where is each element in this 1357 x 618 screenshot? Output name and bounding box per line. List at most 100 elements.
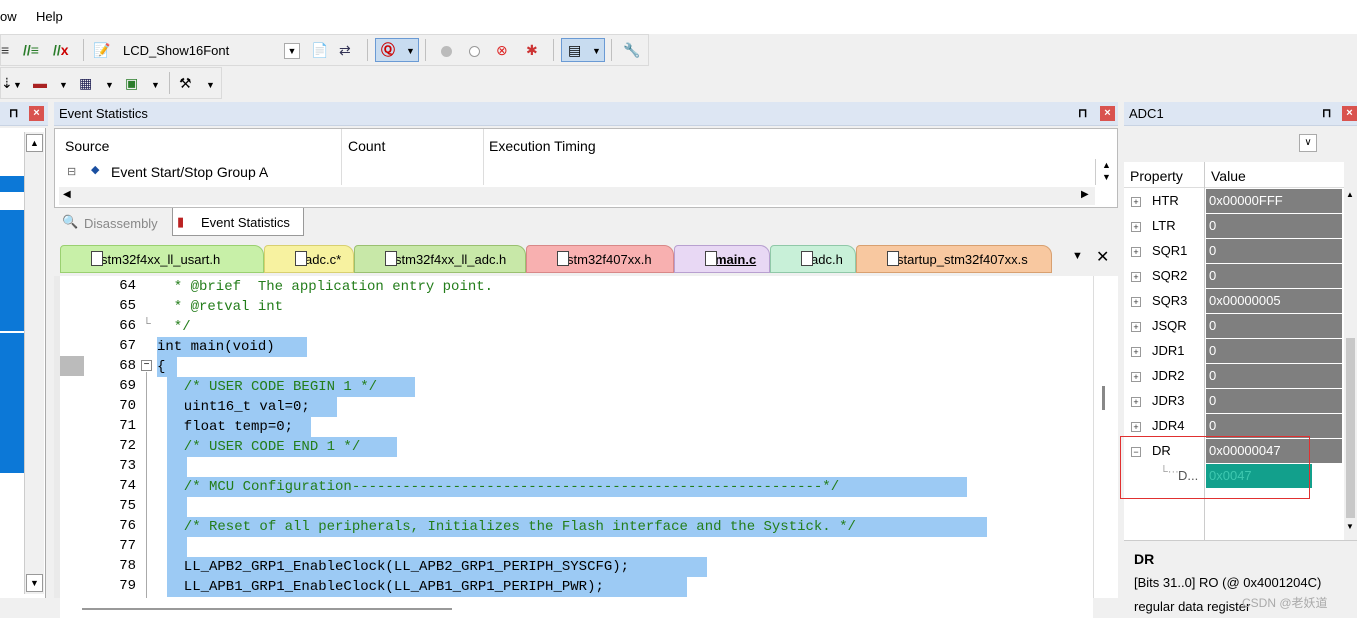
property-jsqr[interactable]: JSQR — [1152, 318, 1187, 333]
expand-icon[interactable]: + — [1131, 272, 1141, 282]
col-value[interactable]: Value — [1211, 168, 1246, 184]
scroll-left-button[interactable]: ◀ — [63, 189, 71, 200]
wrench-icon[interactable]: 🔧 — [623, 42, 640, 58]
value-sqr3[interactable]: 0x00000005 — [1206, 289, 1342, 313]
chevron-down-icon[interactable]: ▼ — [105, 77, 114, 93]
tab-startup-s[interactable]: startup_stm32f407xx.s — [856, 245, 1052, 273]
align-icon[interactable]: ≡ — [1, 42, 9, 58]
property-scrollbar[interactable]: ▲ ▼ — [1344, 188, 1357, 568]
value-jdr4[interactable]: 0 — [1206, 414, 1342, 438]
property-ltr[interactable]: LTR — [1152, 218, 1176, 233]
property-sqr1[interactable]: SQR1 — [1152, 243, 1187, 258]
property-jdr2[interactable]: JDR2 — [1152, 368, 1185, 383]
menu-window[interactable]: ow — [0, 9, 17, 24]
value-sqr1[interactable]: 0 — [1206, 239, 1342, 263]
breakpoint-icon[interactable] — [441, 46, 452, 57]
expand-icon[interactable]: + — [1131, 397, 1141, 407]
tab-main-c[interactable]: main.c — [674, 245, 770, 273]
menu-help[interactable]: Help — [36, 9, 63, 24]
value-jdr2[interactable]: 0 — [1206, 364, 1342, 388]
chevron-down-icon[interactable]: ▼ — [206, 77, 215, 93]
value-jsqr[interactable]: 0 — [1206, 314, 1342, 338]
horizontal-scrollbar[interactable]: ◀ ▶ — [59, 187, 1095, 205]
property-jdr1[interactable]: JDR1 — [1152, 343, 1185, 358]
expand-icon[interactable]: + — [1131, 297, 1141, 307]
property-jdr3[interactable]: JDR3 — [1152, 393, 1185, 408]
indent-icon[interactable]: //≡ — [23, 42, 39, 58]
tab-stm32f407xx-h[interactable]: stm32f407xx.h — [526, 245, 674, 273]
col-count[interactable]: Count — [348, 138, 385, 154]
tab-stm32f4xx-ll-usart-h[interactable]: stm32f4xx_ll_usart.h — [60, 245, 264, 273]
value-htr[interactable]: 0x00000FFF — [1206, 189, 1342, 213]
tools-icon[interactable]: ⚒ — [179, 75, 192, 91]
expand-icon[interactable]: + — [1131, 322, 1141, 332]
target-options-icon[interactable]: 📝 — [93, 42, 110, 58]
col-source[interactable]: Source — [65, 138, 109, 154]
load-icon[interactable]: 📄 — [311, 42, 328, 58]
chevron-down-icon[interactable]: ▼ — [151, 77, 160, 93]
code-line — [167, 537, 187, 557]
window-layout-button[interactable]: ▤ ▼ — [561, 38, 605, 62]
expand-icon[interactable]: + — [1131, 372, 1141, 382]
event-row[interactable]: Event Start/Stop Group A — [111, 164, 268, 180]
tab-event-statistics[interactable]: ▮ Event Statistics — [172, 208, 304, 236]
chevron-down-icon[interactable]: ▼ — [59, 77, 68, 93]
close-icon[interactable]: × — [1100, 106, 1115, 121]
scroll-thumb[interactable] — [1346, 338, 1355, 518]
editor-horizontal-scrollbar[interactable] — [60, 598, 1093, 618]
tab-list-icon[interactable]: ▼ — [1072, 250, 1083, 262]
chevron-down-icon[interactable]: ▼ — [13, 77, 22, 93]
value-jdr3[interactable]: 0 — [1206, 389, 1342, 413]
fold-collapse-icon[interactable]: − — [141, 360, 152, 371]
scroll-right-button[interactable]: ▶ — [1081, 189, 1089, 200]
translate-icon[interactable]: ⇄ — [339, 42, 351, 58]
property-sqr2[interactable]: SQR2 — [1152, 268, 1187, 283]
line-number: 74 — [119, 478, 136, 494]
spin-control[interactable]: ▲ ▼ — [1095, 159, 1117, 185]
expand-icon[interactable]: + — [1131, 347, 1141, 357]
value-ltr[interactable]: 0 — [1206, 214, 1342, 238]
close-icon[interactable]: × — [1342, 106, 1357, 121]
tab-adc-h[interactable]: adc.h — [770, 245, 856, 273]
tab-disassembly[interactable]: 🔍 Disassembly — [58, 210, 170, 236]
breakpoint-disable-icon[interactable] — [469, 46, 480, 57]
tab-adc-c[interactable]: adc.c* — [264, 245, 354, 273]
value-jdr1[interactable]: 0 — [1206, 339, 1342, 363]
target-dropdown[interactable]: ▼ — [284, 43, 300, 59]
vertical-scrollbar[interactable]: ▲ ▼ — [24, 132, 44, 594]
close-icon[interactable]: ✕ — [1096, 247, 1109, 267]
expand-icon[interactable]: + — [1131, 197, 1141, 207]
value-sqr2[interactable]: 0 — [1206, 264, 1342, 288]
unindent-icon[interactable]: //x — [53, 42, 69, 58]
scroll-thumb[interactable] — [1102, 386, 1105, 410]
property-htr[interactable]: HTR — [1152, 193, 1179, 208]
col-execution-timing[interactable]: Execution Timing — [489, 138, 596, 154]
property-jdr4[interactable]: JDR4 — [1152, 418, 1185, 433]
scroll-up-button[interactable]: ▲ — [26, 134, 43, 152]
col-property[interactable]: Property — [1130, 168, 1183, 184]
breakpoint-clear-icon[interactable]: ✱ — [526, 42, 538, 58]
pin-icon[interactable]: ⊓ — [9, 106, 18, 120]
pin-icon[interactable]: ⊓ — [1078, 106, 1087, 120]
peripheral-icon[interactable]: ▣ — [125, 75, 138, 91]
pin-icon[interactable]: ⊓ — [1322, 106, 1331, 120]
expand-icon[interactable]: + — [1131, 247, 1141, 257]
scroll-thumb[interactable] — [82, 608, 452, 610]
property-sqr3[interactable]: SQR3 — [1152, 293, 1187, 308]
expand-icon[interactable]: ⊟ — [67, 165, 76, 178]
step-icon[interactable]: ⇣ — [1, 75, 13, 91]
expand-icon[interactable]: + — [1131, 222, 1141, 232]
close-icon[interactable]: × — [29, 106, 44, 121]
memory-icon[interactable]: ▦ — [79, 75, 92, 91]
scroll-down-button[interactable]: ▼ — [26, 574, 43, 592]
logic-analyzer-icon[interactable]: ▬ — [33, 75, 47, 91]
left-panel-header: ⊓ × — [0, 102, 48, 126]
expand-icon[interactable]: + — [1131, 422, 1141, 432]
scroll-up-button[interactable]: ▲ — [1346, 190, 1354, 199]
scroll-down-button[interactable]: ▼ — [1346, 522, 1354, 531]
breakpoint-kill-icon[interactable]: ⊗ — [496, 42, 508, 58]
editor-vertical-scrollbar[interactable] — [1093, 276, 1118, 598]
tab-stm32f4xx-ll-adc-h[interactable]: stm32f4xx_ll_adc.h — [354, 245, 526, 273]
chevron-down-icon[interactable]: ∨ — [1299, 134, 1317, 152]
debug-button[interactable]: Ⓠ ▼ — [375, 38, 419, 62]
